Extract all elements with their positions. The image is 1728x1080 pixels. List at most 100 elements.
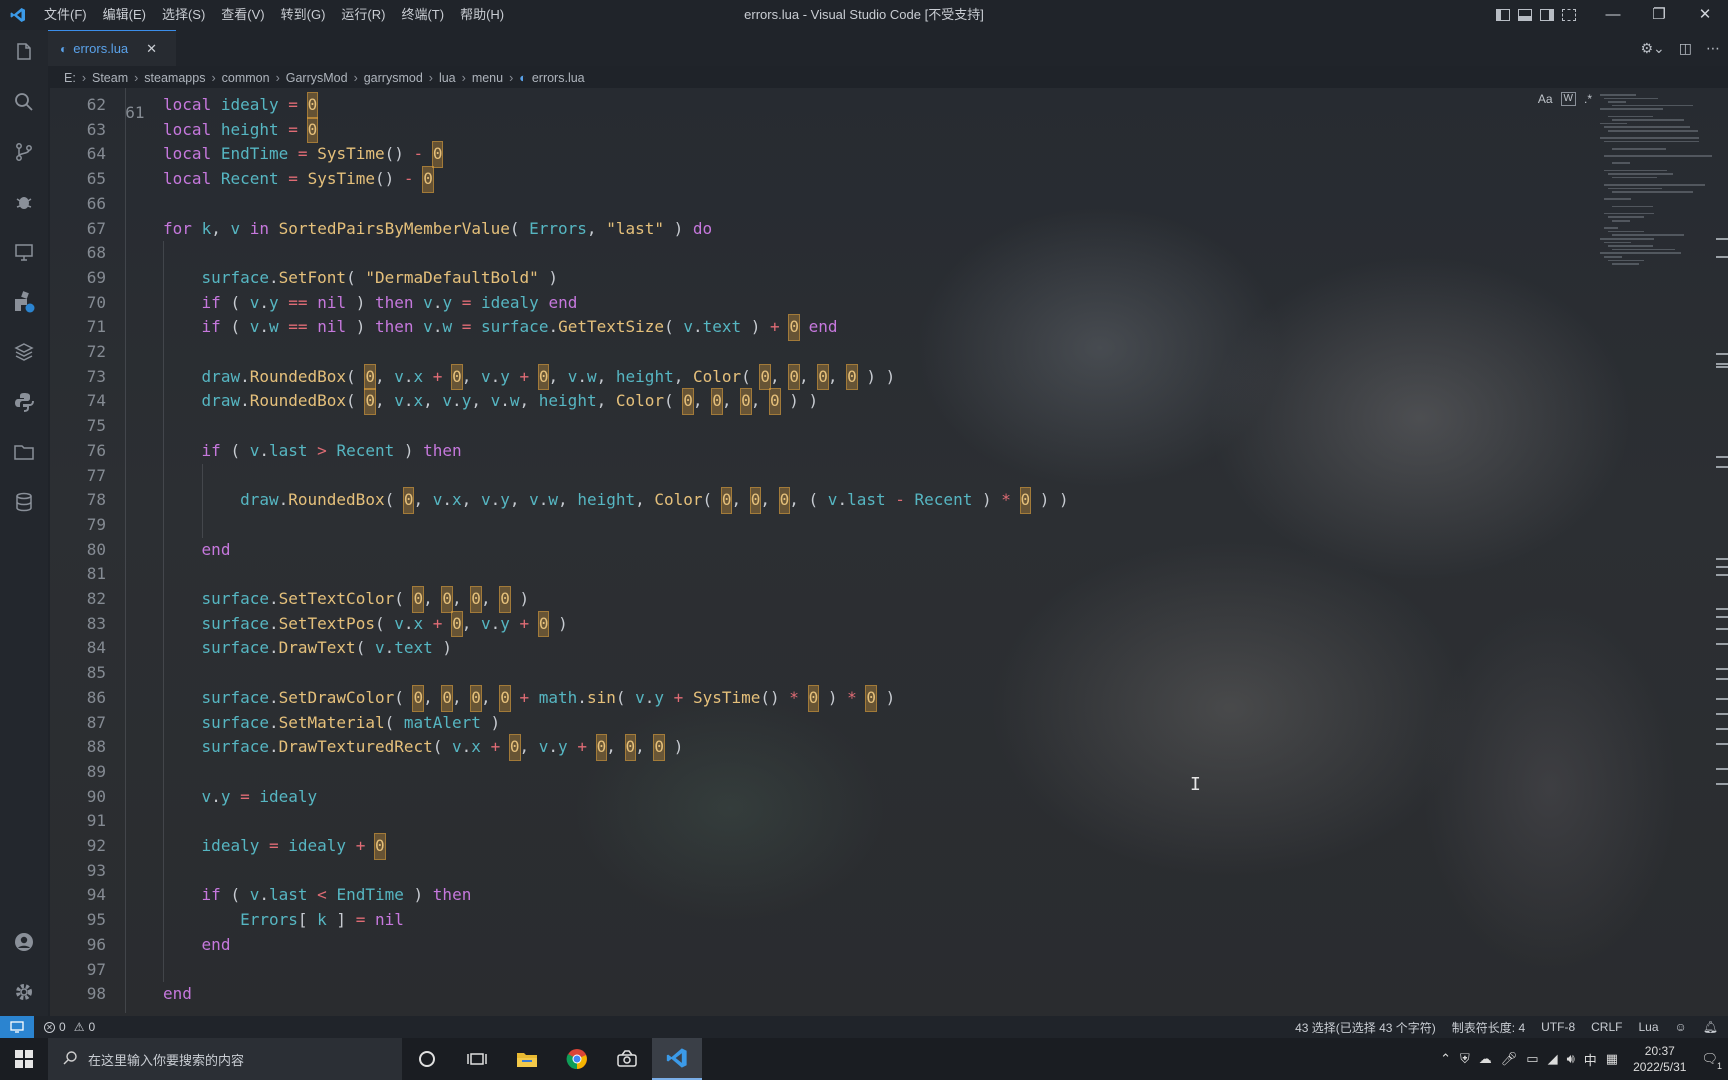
customize-layout-icon[interactable]: [1558, 0, 1580, 30]
remote-explorer-icon[interactable]: [0, 230, 48, 274]
indentation-status[interactable]: 制表符长度: 4: [1452, 1019, 1525, 1036]
chrome-icon[interactable]: [552, 1038, 602, 1080]
close-button[interactable]: ✕: [1682, 0, 1728, 30]
ime-mode-icon[interactable]: ▦: [1606, 1051, 1618, 1067]
extensions-icon[interactable]: [0, 280, 48, 324]
run-debug-icon[interactable]: [0, 180, 48, 224]
file-explorer-icon[interactable]: [502, 1038, 552, 1080]
overview-ruler[interactable]: [1716, 88, 1728, 1013]
menu-item[interactable]: 转到(G): [273, 0, 334, 30]
line-number: 78: [86, 490, 106, 510]
tab-errors-lua[interactable]: ◐ errors.lua ✕: [48, 30, 176, 66]
language-status[interactable]: Lua: [1638, 1020, 1658, 1034]
restore-button[interactable]: ❐: [1636, 0, 1682, 30]
security-shield-icon[interactable]: ⛨: [1460, 1051, 1470, 1067]
settings-gear-icon[interactable]: [0, 970, 48, 1014]
breadcrumb-item[interactable]: Steam: [92, 71, 128, 85]
code-editor[interactable]: 61 62 local idealy = 0 63 local height = 06…: [48, 88, 1588, 1013]
minimize-button[interactable]: —: [1590, 0, 1636, 30]
eol-status[interactable]: CRLF: [1591, 1020, 1622, 1034]
toggle-primary-sidebar-icon[interactable]: [1492, 0, 1514, 30]
breadcrumb-item[interactable]: lua: [439, 71, 456, 85]
code-line: 90 v.y = idealy: [48, 785, 1528, 810]
source-control-icon[interactable]: [0, 130, 48, 174]
token-op: +: [355, 836, 366, 855]
encoding-status[interactable]: UTF-8: [1541, 1020, 1575, 1034]
token-pun: ,: [461, 613, 481, 633]
breadcrumb-item[interactable]: GarrysMod: [286, 71, 348, 85]
token-pun: .: [442, 490, 453, 510]
search-icon[interactable]: [0, 80, 48, 124]
split-editor-icon[interactable]: ◫: [1679, 40, 1692, 57]
breadcrumb-item[interactable]: E:: [64, 71, 76, 85]
more-actions-icon[interactable]: ⋯: [1706, 40, 1720, 57]
taskbar-search-box[interactable]: 在这里输入你要搜索的内容: [48, 1038, 402, 1080]
app-icon[interactable]: [602, 1038, 652, 1080]
remote-indicator-button[interactable]: [0, 1016, 34, 1038]
microphone-icon[interactable]: 🎤︎: [1501, 1051, 1518, 1067]
ime-indicator[interactable]: 中: [1584, 1050, 1597, 1069]
selection-marker: [1716, 366, 1728, 368]
token-pun: .: [268, 712, 279, 732]
layers-icon[interactable]: [0, 330, 48, 374]
python-icon[interactable]: [0, 380, 48, 424]
open-settings-icon[interactable]: ⚙⌄: [1640, 40, 1664, 57]
minimap-line: [1608, 187, 1662, 190]
close-tab-icon[interactable]: ✕: [146, 41, 157, 57]
selection-marker: [1716, 456, 1728, 458]
explorer-icon[interactable]: [0, 30, 48, 74]
menu-item[interactable]: 查看(V): [213, 0, 272, 30]
breadcrumb-item[interactable]: menu: [472, 71, 503, 85]
activity-bar: [0, 30, 48, 1016]
breadcrumb-item[interactable]: steamapps: [144, 71, 205, 85]
minimap-line: [1604, 227, 1618, 229]
task-view-icon[interactable]: [452, 1038, 502, 1080]
battery-icon[interactable]: ▭: [1526, 1051, 1538, 1067]
code-line: 76 if ( v.last > Recent ) then: [48, 439, 1528, 464]
token-op: *: [789, 687, 799, 707]
title-controls: — ❐ ✕: [1492, 0, 1728, 30]
show-hidden-icons-icon[interactable]: ⌃: [1440, 1051, 1451, 1067]
code-line: 66: [48, 192, 1528, 217]
folder-icon[interactable]: [0, 430, 48, 474]
toggle-panel-icon[interactable]: [1514, 0, 1536, 30]
token-pun: (: [432, 737, 453, 757]
clock[interactable]: 20:37 2022/5/31: [1633, 1043, 1686, 1075]
breadcrumb-item[interactable]: errors.lua: [532, 71, 585, 85]
breadcrumb-item[interactable]: common: [222, 71, 270, 85]
menu-item[interactable]: 终端(T): [393, 0, 452, 30]
selection-highlight: 0: [451, 363, 463, 391]
menu-item[interactable]: 编辑(E): [95, 0, 154, 30]
token-id: v: [480, 613, 491, 633]
menu-item[interactable]: 帮助(H): [452, 0, 512, 30]
toggle-secondary-sidebar-icon[interactable]: [1536, 0, 1558, 30]
start-button[interactable]: [0, 1038, 48, 1080]
account-icon[interactable]: [0, 920, 48, 964]
token-pun: [: [297, 910, 318, 930]
token-pun: .: [240, 391, 250, 411]
action-center-icon[interactable]: 🗨︎ 1: [1701, 1051, 1722, 1071]
line-number: 81: [86, 564, 106, 584]
vscode-taskbar-icon[interactable]: [652, 1038, 702, 1080]
cortana-icon[interactable]: [402, 1038, 452, 1080]
problems-indicator[interactable]: ✕ 0 ⚠ 0: [44, 1020, 95, 1034]
chevron-right-icon: ›: [275, 71, 280, 85]
menu-item[interactable]: 选择(S): [154, 0, 213, 30]
notifications-bell-icon[interactable]: 🔔︎: [1703, 1020, 1718, 1034]
token-pun: (: [220, 292, 250, 312]
token-kw: if: [201, 292, 221, 312]
volume-icon[interactable]: 🔊︎: [1567, 1051, 1575, 1067]
minimap[interactable]: [1588, 88, 1716, 1013]
database-icon[interactable]: [0, 480, 48, 524]
wifi-icon[interactable]: ◢: [1548, 1051, 1558, 1067]
breadcrumb-item[interactable]: garrysmod: [364, 71, 423, 85]
feedback-icon[interactable]: ☺: [1675, 1020, 1687, 1034]
onedrive-cloud-icon[interactable]: ☁: [1479, 1051, 1492, 1067]
menu-item[interactable]: 文件(F): [36, 0, 95, 30]
menu-item[interactable]: 运行(R): [333, 0, 393, 30]
selection-status[interactable]: 43 选择(已选择 43 个字符): [1295, 1019, 1436, 1036]
